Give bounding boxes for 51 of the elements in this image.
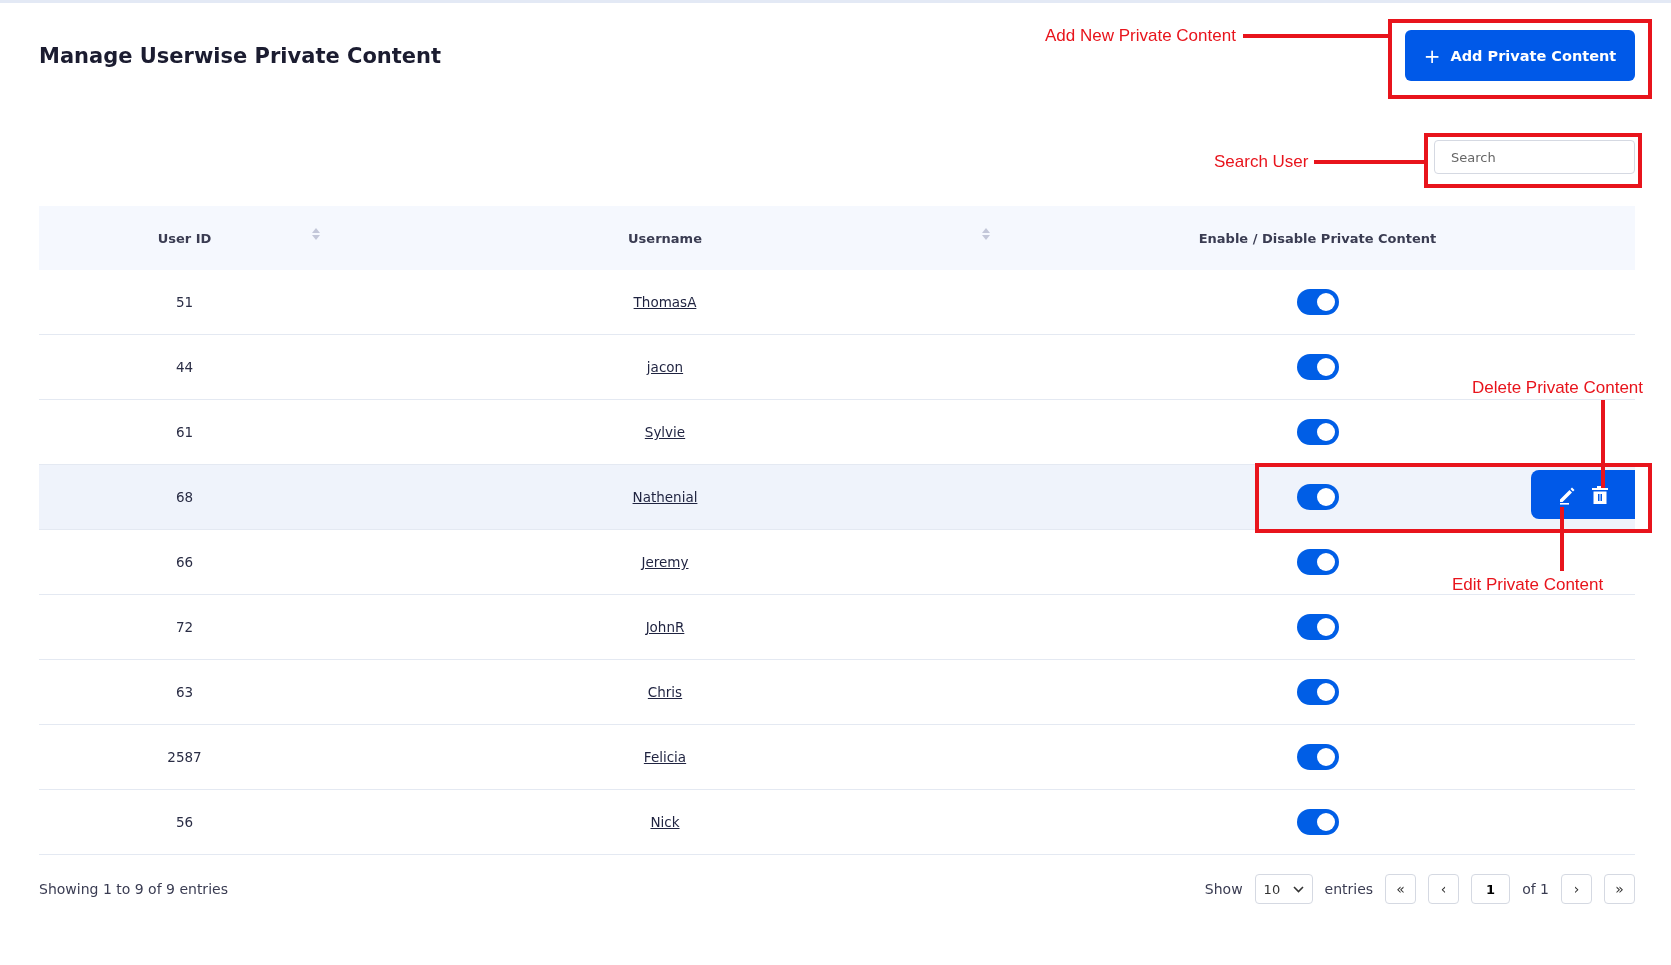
username-link[interactable]: Nathenial <box>632 489 698 505</box>
toggle-switch[interactable] <box>1296 289 1339 315</box>
column-header[interactable]: User ID <box>39 206 330 270</box>
username-link[interactable]: Jeremy <box>641 554 689 570</box>
next-page-button[interactable]: › <box>1561 874 1592 904</box>
user-id-cell: 56 <box>175 814 194 830</box>
user-id-cell: 2587 <box>167 749 202 765</box>
previous-page-button[interactable]: ‹ <box>1428 874 1460 904</box>
annotation-label: Edit Private Content <box>1452 575 1604 595</box>
page-size-select[interactable]: 10 <box>1254 874 1313 904</box>
username-link[interactable]: Sylvie <box>644 424 686 440</box>
page-number-field[interactable]: 1 <box>1471 874 1511 904</box>
username-link[interactable]: JohnR <box>645 619 685 635</box>
page-title: Manage Userwise Private Content <box>39 43 442 68</box>
username-link[interactable]: ThomasA <box>633 294 697 310</box>
search-field[interactable]: Search <box>1434 140 1635 174</box>
user-id-cell: 51 <box>175 294 194 310</box>
toggle-switch[interactable] <box>1296 484 1339 510</box>
trash-icon <box>1591 484 1609 505</box>
column-label: User ID <box>157 230 212 246</box>
username-link[interactable]: jacon <box>646 359 684 375</box>
username-link[interactable]: Chris <box>647 684 683 700</box>
chevron-down-icon <box>1292 885 1304 893</box>
column-label: Username <box>628 230 702 246</box>
toggle-switch[interactable] <box>1296 809 1339 835</box>
last-page-button[interactable]: » <box>1604 874 1635 904</box>
page-count: of 1 <box>1522 881 1549 897</box>
user-id-cell: 66 <box>175 554 194 570</box>
username-link[interactable]: Nick <box>650 814 680 830</box>
column-label: Enable / Disable Private Content <box>1198 230 1437 246</box>
user-id-cell: 68 <box>175 489 194 505</box>
show-label: Show <box>1204 881 1243 897</box>
first-page-button[interactable]: « <box>1385 874 1417 904</box>
entries-label: entries <box>1324 881 1374 897</box>
entries-summary: Showing 1 to 9 of 9 entries <box>39 881 228 897</box>
column-header[interactable]: Username <box>330 206 1000 270</box>
user-id-cell: 44 <box>175 359 194 375</box>
toggle-switch[interactable] <box>1296 354 1339 380</box>
annotation-label: Delete Private Content <box>1472 378 1644 398</box>
add-private-content-button[interactable]: + Add Private Content <box>1405 30 1635 81</box>
annotation-label: Search User <box>1214 152 1309 172</box>
annotation-label: Add New Private Content <box>1045 26 1236 46</box>
user-id-cell: 72 <box>175 619 194 635</box>
user-id-cell: 61 <box>175 424 194 440</box>
toggle-switch[interactable] <box>1296 614 1339 640</box>
toggle-switch[interactable] <box>1296 679 1339 705</box>
user-id-cell: 63 <box>175 684 194 700</box>
username-link[interactable]: Felicia <box>643 749 687 765</box>
toggle-switch[interactable] <box>1296 419 1339 445</box>
toggle-switch[interactable] <box>1296 744 1339 770</box>
toggle-switch[interactable] <box>1296 549 1339 575</box>
